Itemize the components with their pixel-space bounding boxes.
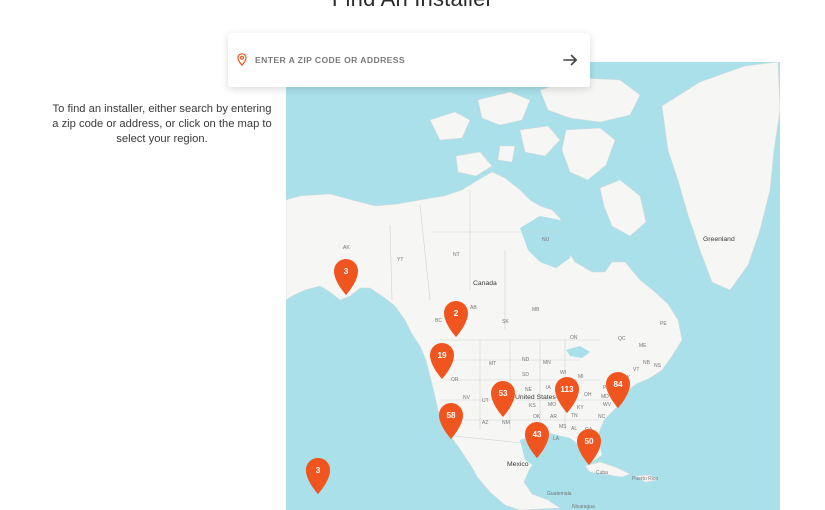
region-label[interactable]: KY xyxy=(577,405,584,411)
region-label[interactable]: MT xyxy=(489,361,496,367)
arrow-right-icon xyxy=(563,54,577,66)
region-label[interactable]: SD xyxy=(522,372,529,378)
region-label[interactable]: NM xyxy=(502,420,510,426)
label-mexico: Mexico xyxy=(507,461,529,468)
region-label[interactable]: AK xyxy=(343,245,350,251)
region-label[interactable]: MD xyxy=(601,394,609,400)
search-submit-button[interactable] xyxy=(560,50,582,70)
map-pin-icon xyxy=(237,53,247,71)
region-label[interactable]: MO xyxy=(548,402,556,408)
region-label[interactable]: NV xyxy=(463,395,471,401)
marker-count: 58 xyxy=(446,411,456,420)
label-greenland: Greenland xyxy=(703,236,735,243)
region-label[interactable]: MN xyxy=(543,360,551,366)
region-label[interactable]: QC xyxy=(618,336,626,342)
region-label[interactable]: SK xyxy=(502,319,509,325)
marker-count: 3 xyxy=(344,267,349,276)
marker-count: 19 xyxy=(437,351,447,360)
marker-count: 3 xyxy=(316,466,321,475)
hawaii-marker-overlay: 3 xyxy=(306,458,330,494)
region-label[interactable]: NT xyxy=(453,252,460,258)
region-label[interactable]: MS xyxy=(559,424,567,430)
region-label[interactable]: AZ xyxy=(482,420,488,426)
region-label[interactable]: AB xyxy=(470,305,477,311)
region-label[interactable]: AR xyxy=(550,414,557,420)
marker-count: 84 xyxy=(613,380,623,389)
marker-count: 2 xyxy=(454,309,459,318)
marker-count: 53 xyxy=(498,389,508,398)
region-label[interactable]: UT xyxy=(482,398,489,404)
region-label[interactable]: NB xyxy=(643,360,651,366)
region-label[interactable]: ON xyxy=(570,335,578,341)
region-label[interactable]: OR xyxy=(451,377,459,383)
region-label[interactable]: KS xyxy=(529,403,536,409)
region-label[interactable]: WV xyxy=(603,402,612,408)
installer-marker[interactable]: 50 xyxy=(577,429,601,465)
region-label[interactable]: AL xyxy=(571,426,577,432)
intro-text: To find an installer, either search by e… xyxy=(52,103,272,145)
region-label[interactable]: ME xyxy=(639,343,647,349)
region-label[interactable]: NS xyxy=(654,363,662,369)
region-label[interactable]: ND xyxy=(522,357,530,363)
region-label[interactable]: OH xyxy=(584,392,592,398)
map-canvas[interactable]: Greenland Canada United States Mexico Cu… xyxy=(286,62,780,510)
region-label[interactable]: VT xyxy=(633,367,639,373)
region-label[interactable]: MB xyxy=(532,307,540,313)
installer-marker[interactable]: 3 xyxy=(306,458,330,494)
label-nicaragua: Nicaragua xyxy=(572,504,595,510)
search-input[interactable] xyxy=(255,47,555,73)
region-label[interactable]: LA xyxy=(553,436,560,442)
region-label[interactable]: YT xyxy=(397,257,403,263)
page-title: Find An Installer xyxy=(0,0,825,12)
region-label[interactable]: OK xyxy=(533,414,541,420)
region-label[interactable]: TN xyxy=(571,413,578,419)
marker-count: 113 xyxy=(560,385,574,394)
label-guatemala: Guatemala xyxy=(547,491,572,497)
region-label[interactable]: PE xyxy=(660,321,667,327)
installer-map[interactable]: Greenland Canada United States Mexico Cu… xyxy=(286,62,780,510)
label-united-states: United States xyxy=(515,394,556,401)
region-label[interactable]: BC xyxy=(435,318,442,324)
region-label[interactable]: IA xyxy=(546,385,551,391)
marker-count: 50 xyxy=(584,437,594,446)
region-label[interactable]: MI xyxy=(578,374,584,380)
search-box xyxy=(228,33,590,87)
region-label[interactable]: NE xyxy=(525,387,533,393)
label-canada: Canada xyxy=(473,280,497,287)
label-cuba: Cuba xyxy=(596,470,608,476)
region-label[interactable]: WI xyxy=(560,370,566,376)
marker-count: 43 xyxy=(532,430,542,439)
region-label[interactable]: NC xyxy=(598,414,606,420)
region-label[interactable]: NU xyxy=(542,237,550,243)
label-puerto-rico: Puerto Rico xyxy=(632,476,658,482)
